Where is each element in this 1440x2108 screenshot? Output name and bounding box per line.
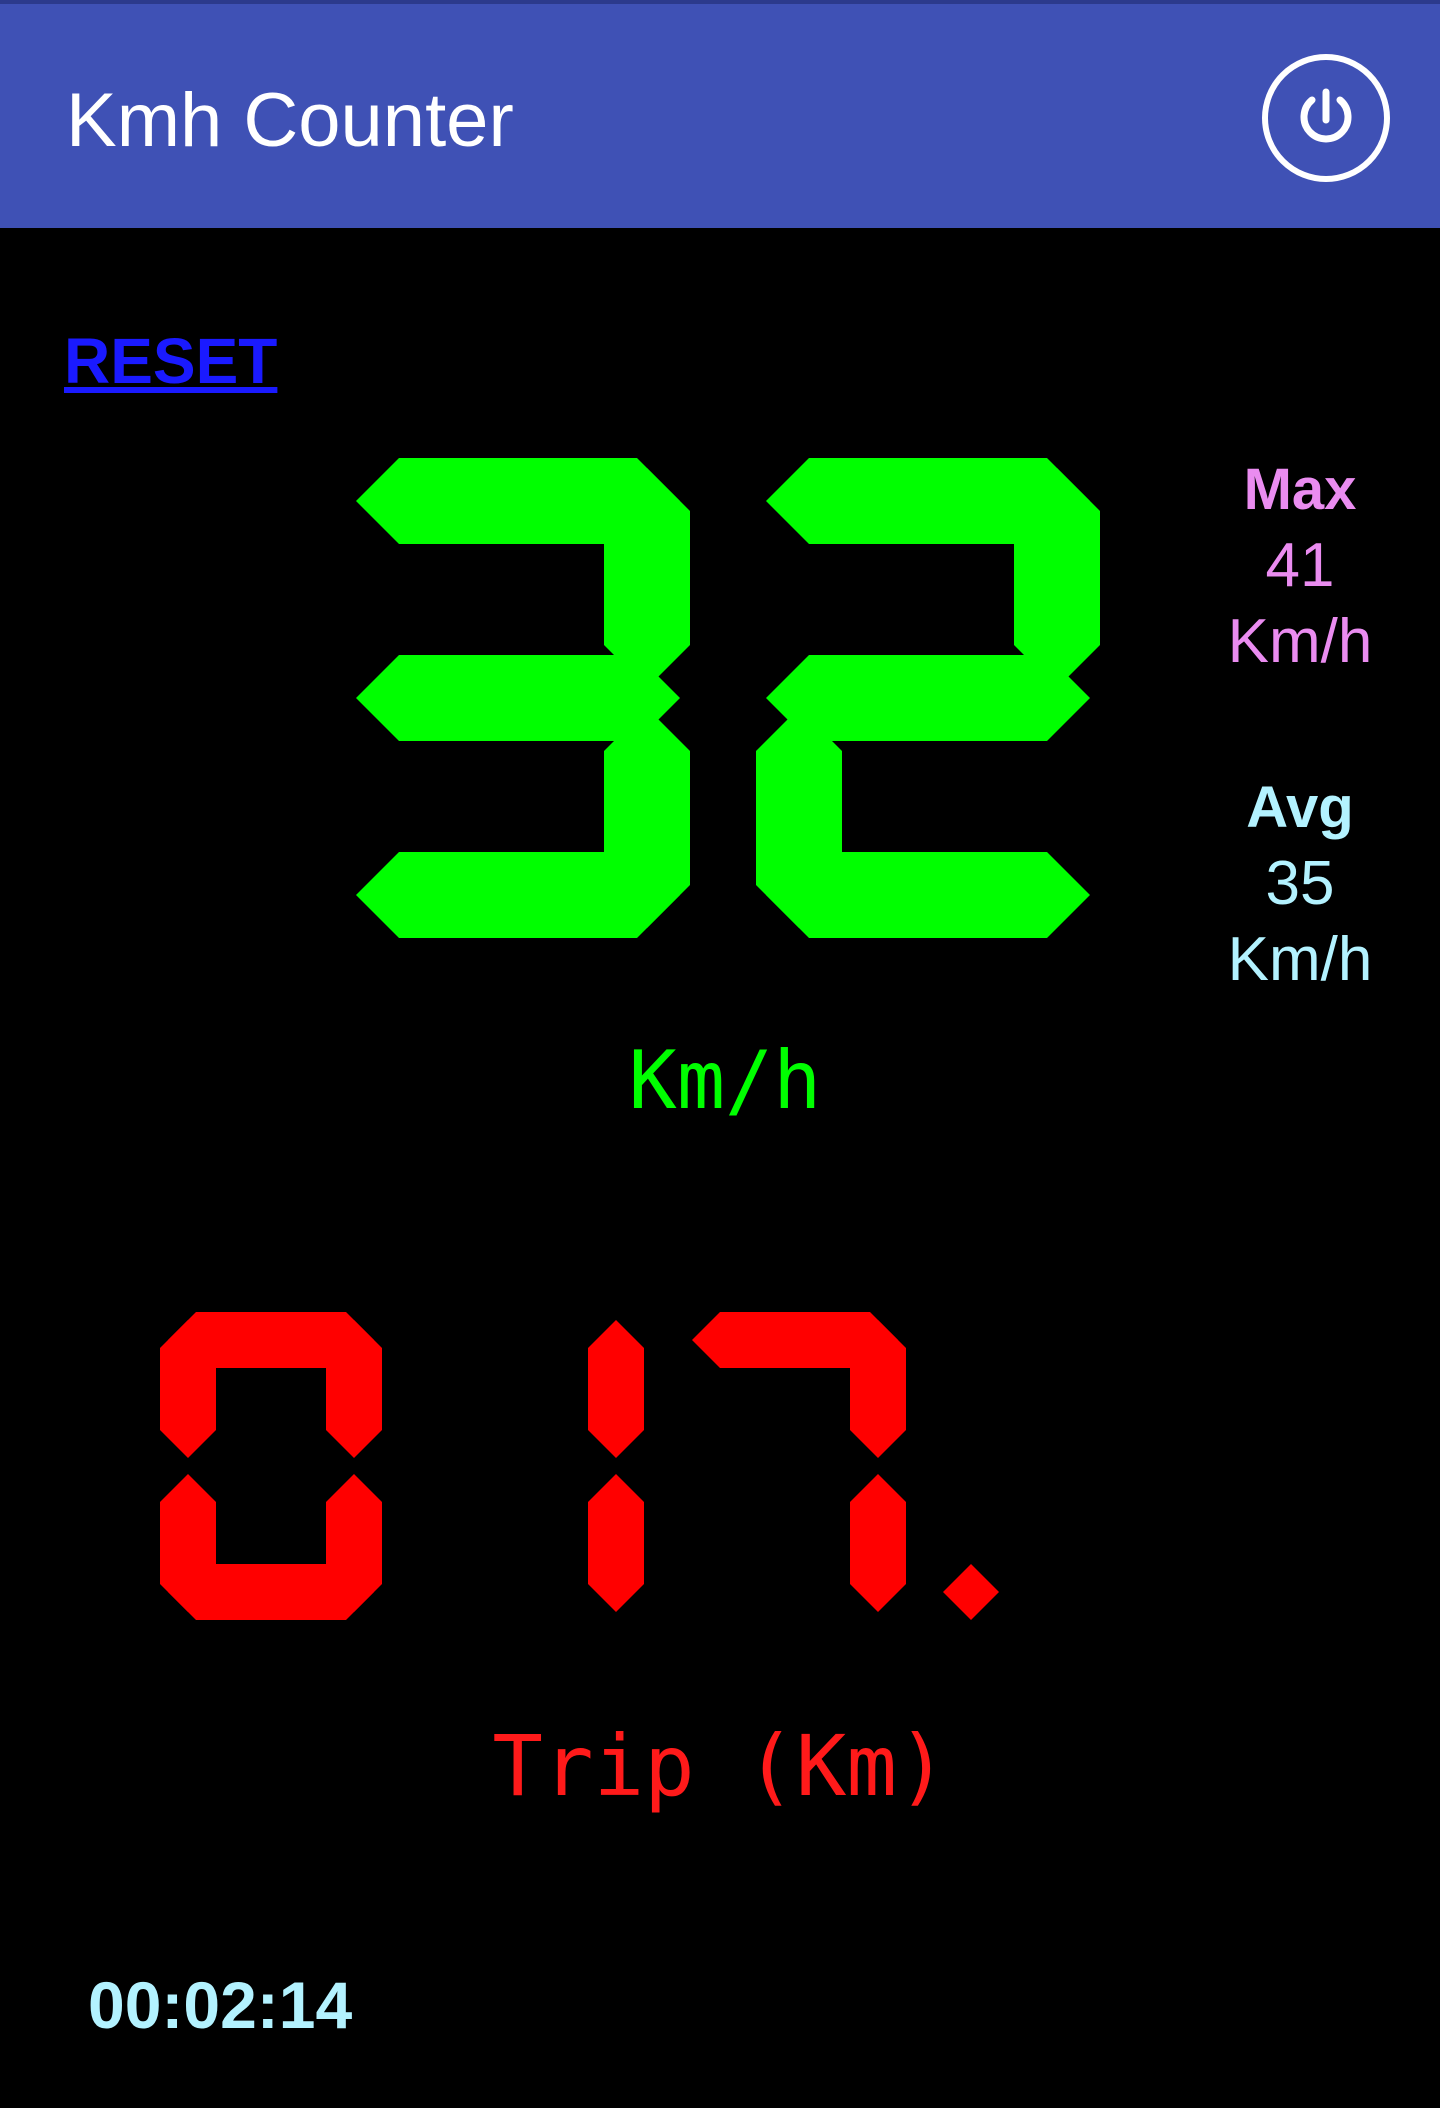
segment-f (160, 1320, 216, 1458)
segment-b (326, 1320, 382, 1458)
app-title: Kmh Counter (66, 78, 514, 163)
elapsed-time: 00:02:14 (88, 1968, 353, 2042)
segment-d (356, 852, 680, 938)
segment-b (850, 1320, 906, 1458)
segment-c (850, 1474, 906, 1612)
segment-g (766, 655, 1090, 741)
segment-b (588, 1320, 644, 1458)
power-icon (1300, 88, 1352, 143)
max-speed-stat: Max 41 Km/h (1180, 452, 1420, 680)
digit-0 (356, 458, 690, 938)
avg-value: 35 (1265, 849, 1335, 918)
digit-0 (160, 1312, 382, 1620)
decimal-point (943, 1564, 999, 1620)
speed-unit: Km/h (628, 1034, 822, 1127)
segment-c (588, 1474, 644, 1612)
avg-unit: Km/h (1227, 925, 1373, 994)
app-bar: Kmh Counter (0, 0, 1440, 228)
max-label: Max (1243, 457, 1357, 522)
avg-label: Avg (1246, 775, 1354, 840)
avg-speed-stat: Avg 35 Km/h (1180, 770, 1420, 998)
digit-1 (756, 458, 1100, 938)
digit-2 (692, 1312, 906, 1612)
reset-link[interactable]: RESET (64, 322, 277, 400)
max-value: 41 (1265, 531, 1335, 600)
max-unit: Km/h (1227, 607, 1373, 676)
trip-display (160, 1312, 999, 1620)
trip-label: Trip (Km) (492, 1717, 948, 1815)
speed-display (356, 458, 1100, 938)
power-button[interactable] (1262, 54, 1390, 182)
segment-g (356, 655, 680, 741)
digit-1 (588, 1320, 644, 1612)
segment-e (160, 1474, 216, 1612)
app-screen: Kmh Counter RESET Km/h Max 41 Km/h Avg 3… (0, 0, 1440, 2108)
